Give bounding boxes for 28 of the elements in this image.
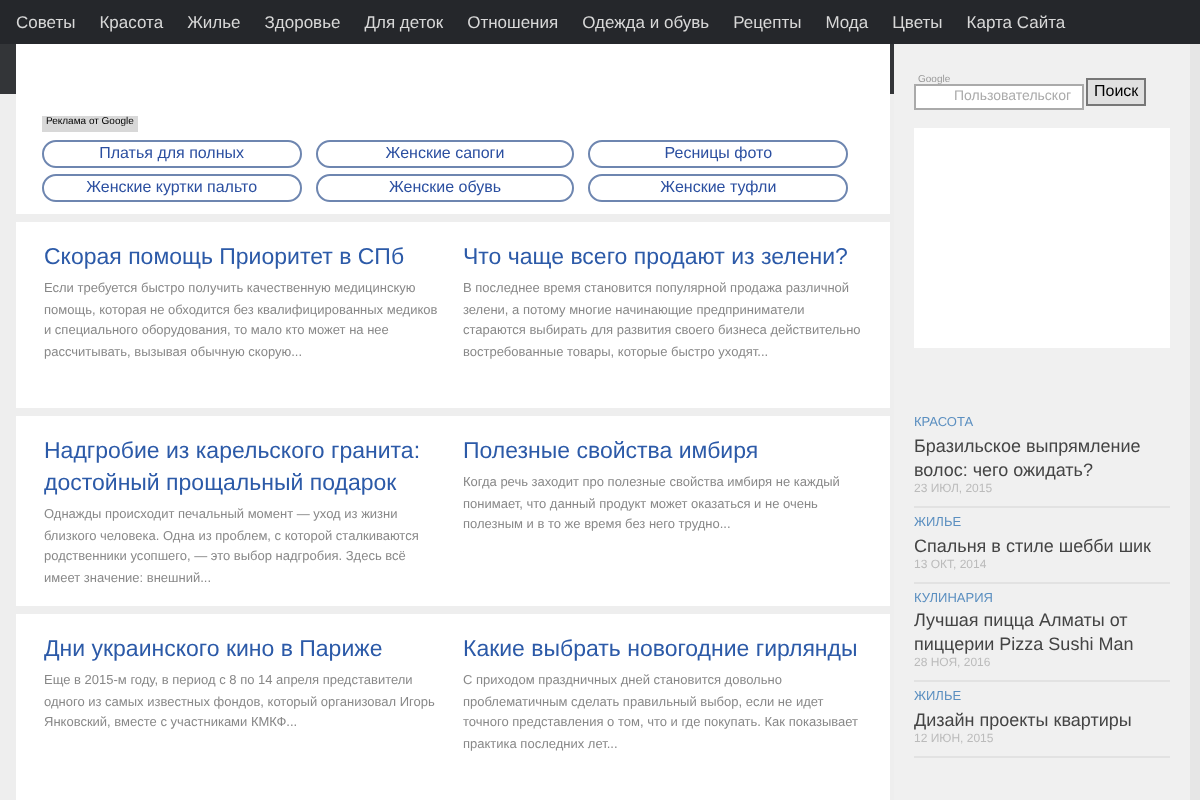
- post-title[interactable]: Бразильское выпрямление волос: чего ожидать?: [914, 433, 1170, 482]
- article-title[interactable]: Какие выбрать новогодние гирлянды: [463, 634, 862, 666]
- post-title[interactable]: Дизайн проекты квартиры: [914, 708, 1170, 732]
- nav-link[interactable]: Одежда и обувь: [582, 9, 710, 35]
- nav-link[interactable]: Для деток: [364, 9, 444, 35]
- nav-link[interactable]: Мода: [825, 9, 869, 35]
- nav-link[interactable]: Рецепты: [733, 9, 802, 35]
- ad-link[interactable]: Женские сапоги: [315, 140, 575, 168]
- nav-link[interactable]: Карта Сайта: [966, 9, 1066, 35]
- ad-link[interactable]: Ресницы фото: [588, 140, 848, 168]
- ad-link[interactable]: Платья для полных: [42, 140, 302, 168]
- ad-link[interactable]: Женские туфли: [588, 174, 848, 202]
- ad-link[interactable]: Женские обувь: [315, 174, 575, 202]
- article-title[interactable]: Дни украинского кино в Париже: [44, 634, 443, 666]
- post-title[interactable]: Лучшая пицца Алматы от пиццерии Pizza Sushi Man: [914, 608, 1170, 657]
- article-title[interactable]: Что чаще всего продают из зелени?: [463, 242, 862, 274]
- search-button[interactable]: Поиск: [1086, 78, 1147, 106]
- article-title[interactable]: Надгробие из карельского гранита: достойный прощальный подарок: [44, 436, 443, 500]
- nav-link[interactable]: Цветы: [892, 9, 943, 35]
- nav-link[interactable]: Здоровье: [264, 9, 341, 35]
- nav-link[interactable]: Жилье: [187, 9, 241, 35]
- nav-link[interactable]: Красота: [99, 9, 164, 35]
- nav-link[interactable]: Отношения: [467, 9, 559, 35]
- article-title[interactable]: Полезные свойства имбиря: [463, 436, 862, 468]
- post-title[interactable]: Спальня в стиле шебби шик: [914, 533, 1170, 557]
- ad-link[interactable]: Женские куртки пальто: [42, 174, 302, 202]
- article-title[interactable]: Скорая помощь Приоритет в СПб: [44, 242, 443, 274]
- nav-link[interactable]: Советы: [16, 9, 76, 35]
